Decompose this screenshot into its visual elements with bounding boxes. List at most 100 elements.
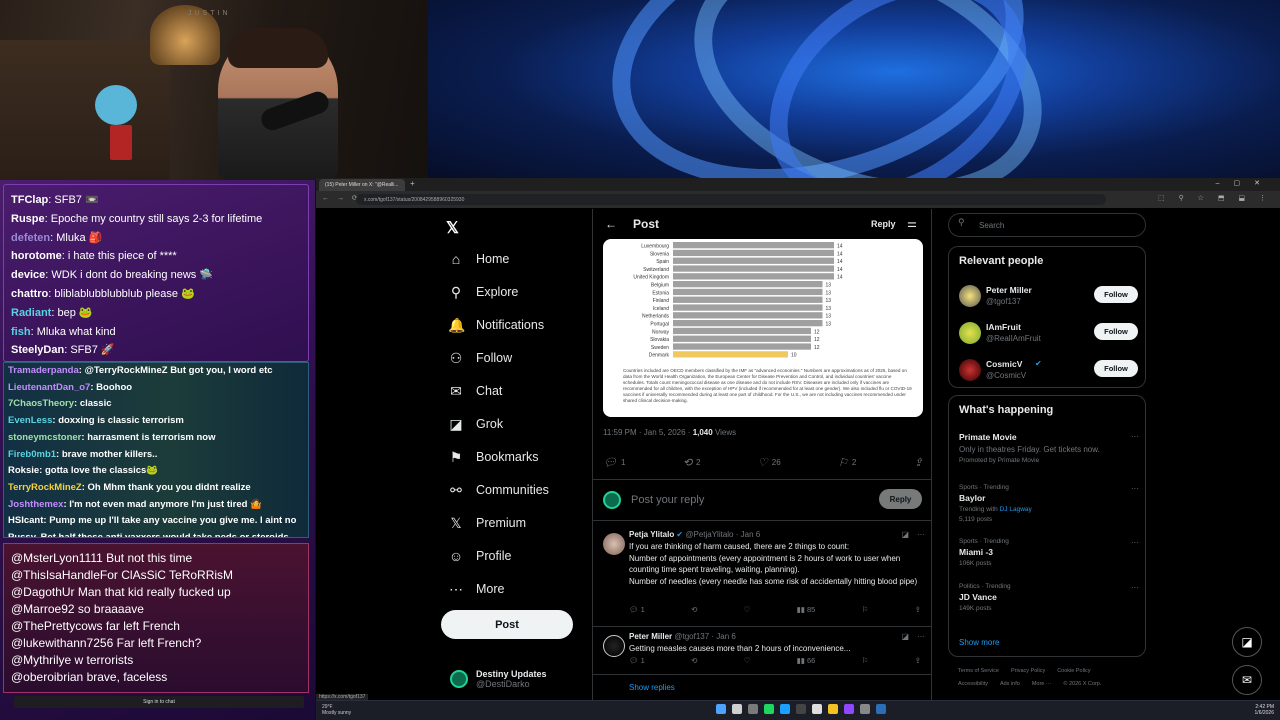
account-switcher[interactable]: Destiny Updates @DestiDarko ··· bbox=[450, 665, 610, 693]
heart-icon[interactable]: ♡ bbox=[744, 605, 751, 614]
more-icon[interactable]: ··· bbox=[1131, 484, 1139, 493]
reply-input[interactable]: Post your reply bbox=[631, 494, 704, 506]
person-name[interactable]: Peter Miller bbox=[986, 285, 1032, 295]
bookmark-icon[interactable]: ⚐ bbox=[862, 656, 869, 665]
footer-link[interactable]: More ··· bbox=[1032, 681, 1052, 687]
reply-action[interactable]: 💬︎ 1 bbox=[603, 455, 625, 469]
app-icon[interactable] bbox=[876, 704, 886, 714]
share-action[interactable]: ⇪ bbox=[914, 455, 923, 469]
avatar[interactable] bbox=[603, 533, 625, 555]
app-icon[interactable] bbox=[860, 704, 870, 714]
spotify-icon[interactable] bbox=[764, 704, 774, 714]
nav-item-profile[interactable]: ☺ Profile bbox=[448, 546, 512, 566]
category-label: Sweden bbox=[651, 345, 669, 351]
show-more-link[interactable]: Show more bbox=[959, 638, 999, 647]
nav-item-communities[interactable]: ⚯ Communities bbox=[448, 480, 549, 500]
window-controls[interactable]: –▢✕ bbox=[1216, 179, 1274, 187]
edge-icon[interactable] bbox=[780, 704, 790, 714]
footer-link[interactable]: Privacy Policy bbox=[1011, 668, 1045, 674]
reply-header-button[interactable]: Reply bbox=[871, 219, 896, 229]
footer-link[interactable]: Cookie Policy bbox=[1057, 668, 1090, 674]
more-icon[interactable]: ··· bbox=[917, 632, 925, 641]
nav-item-more[interactable]: ⋯ More bbox=[448, 579, 504, 599]
nav-item-grok[interactable]: ◪ Grok bbox=[448, 414, 503, 434]
repost-icon[interactable]: ⟲ bbox=[691, 656, 697, 665]
share-icon[interactable]: ⇪ bbox=[915, 656, 921, 665]
views-action[interactable]: ▮▮ 85 bbox=[797, 605, 816, 614]
chart-image[interactable]: Luxembourg 14 Slovenia 14 Spain 14 Switzerland… bbox=[603, 239, 923, 417]
more-icon[interactable]: ··· bbox=[1131, 538, 1139, 547]
reply-tweet[interactable]: Petja Ylitalo ✔ @PetjaYlitalo · Jan 6 ◪ ··… bbox=[593, 525, 931, 627]
sign-in-chat-button[interactable]: Sign in to chat bbox=[14, 696, 304, 708]
follow-button[interactable]: Follow bbox=[1094, 360, 1138, 377]
more-icon[interactable]: ··· bbox=[1131, 432, 1139, 441]
reply-author-name[interactable]: Petja Ylitalo bbox=[629, 530, 674, 539]
relevant-person[interactable]: CosmicV @CosmicV Follow ✔ bbox=[959, 357, 1139, 383]
repost-icon[interactable]: ⟲ bbox=[691, 605, 697, 614]
avatar[interactable] bbox=[959, 322, 981, 344]
start-icon[interactable] bbox=[716, 704, 726, 714]
heart-icon[interactable]: ♡ bbox=[744, 656, 751, 665]
chat-text: brave, faceless bbox=[86, 670, 168, 684]
app-icon[interactable] bbox=[796, 704, 806, 714]
footer-link[interactable]: © 2026 X Corp. bbox=[1063, 681, 1101, 687]
nav-item-notifications[interactable]: 🔔 Notifications bbox=[448, 315, 544, 335]
chrome-icon[interactable] bbox=[828, 704, 838, 714]
bookmark-action[interactable]: ⚐ 2 bbox=[838, 455, 856, 469]
chat-text: i hate this piece of **** bbox=[67, 250, 177, 263]
nav-item-chat[interactable]: ✉ Chat bbox=[448, 381, 502, 401]
grok-icon[interactable]: ◪ bbox=[901, 632, 909, 641]
nav-item-follow[interactable]: ⚇ Follow bbox=[448, 348, 512, 368]
reply-action[interactable]: 💬︎ 1 bbox=[629, 656, 645, 665]
person-name[interactable]: CosmicV bbox=[986, 359, 1022, 369]
trend-item[interactable]: Sports · Trending Miami -3 106K posts ··· bbox=[959, 538, 1139, 567]
views-action[interactable]: ▮▮ 66 bbox=[797, 656, 816, 665]
footer-link[interactable]: Accessibility bbox=[958, 681, 988, 687]
weather-widget[interactable]: 29°F Mostly sunny bbox=[322, 704, 351, 716]
like-action[interactable]: ♡ 26 bbox=[758, 455, 781, 469]
person-name[interactable]: IAmFruit bbox=[986, 322, 1021, 332]
more-icon[interactable]: ··· bbox=[917, 530, 925, 539]
avatar[interactable] bbox=[603, 635, 625, 657]
share-icon[interactable]: ⇪ bbox=[915, 605, 921, 614]
search-input[interactable]: Search bbox=[948, 213, 1146, 237]
grok-icon[interactable]: ◪ bbox=[1232, 627, 1262, 657]
trend-item[interactable]: Politics · Trending JD Vance 149K posts ··· bbox=[959, 583, 1139, 612]
nav-item-explore[interactable]: ⚲ Explore bbox=[448, 282, 519, 302]
nav-item-bookmarks[interactable]: ⚑ Bookmarks bbox=[448, 447, 539, 467]
avatar[interactable] bbox=[959, 359, 981, 381]
back-arrow-icon[interactable]: ← bbox=[605, 217, 617, 231]
trend-item[interactable]: Primate Movie Only in theatres Friday. Ge… bbox=[959, 432, 1139, 464]
relevant-person[interactable]: Peter Miller @tgof137 Follow bbox=[959, 283, 1139, 309]
follow-button[interactable]: Follow bbox=[1094, 323, 1138, 340]
nav-item-home[interactable]: ⌂ Home bbox=[448, 249, 510, 269]
messages-icon[interactable]: ✉ bbox=[1232, 665, 1262, 695]
filter-icon[interactable]: ⚌ bbox=[907, 217, 917, 230]
repost-action[interactable]: ⟲ 2 bbox=[683, 455, 701, 469]
x-logo-icon[interactable]: 𝕏 bbox=[446, 218, 459, 238]
more-icon[interactable]: ··· bbox=[1131, 583, 1139, 592]
taskview-icon[interactable] bbox=[748, 704, 758, 714]
trend-item[interactable]: Sports · Trending Baylor Trending with DJ … bbox=[959, 484, 1139, 523]
grok-icon[interactable]: ◪ bbox=[901, 530, 909, 539]
extension-icons[interactable]: ⬚ ⚲ ☆ ⬒ ⬓ ⋮ bbox=[1158, 194, 1272, 202]
reply-handle: @PetjaYlitalo · Jan 6 bbox=[685, 530, 761, 539]
footer-link[interactable]: Terms of Service bbox=[958, 668, 999, 674]
follow-button[interactable]: Follow bbox=[1094, 286, 1138, 303]
avatar[interactable] bbox=[959, 285, 981, 307]
reply-action[interactable]: 💬︎ 1 bbox=[629, 605, 645, 614]
show-replies-link[interactable]: Show replies bbox=[629, 683, 675, 692]
reply-tweet[interactable]: Peter Miller @tgof137 · Jan 6 ◪ ··· Getting… bbox=[593, 627, 931, 675]
reply-submit-button[interactable]: Reply bbox=[879, 489, 922, 509]
footer-link[interactable]: Ads info bbox=[1000, 681, 1020, 687]
relevant-person[interactable]: IAmFruit @RealIAmFruit Follow bbox=[959, 320, 1139, 346]
system-clock[interactable]: 2:42 PM 1/6/2026 bbox=[1255, 704, 1274, 716]
app-icon[interactable] bbox=[812, 704, 822, 714]
post-button[interactable]: Post bbox=[441, 610, 573, 639]
search-icon[interactable] bbox=[732, 704, 742, 714]
nav-item-premium[interactable]: 𝕏 Premium bbox=[448, 513, 526, 533]
trend-link[interactable]: DJ Lagway bbox=[1000, 506, 1032, 513]
reply-author-name[interactable]: Peter Miller bbox=[629, 632, 672, 641]
bookmark-icon[interactable]: ⚐ bbox=[862, 605, 869, 614]
twitch-icon[interactable] bbox=[844, 704, 854, 714]
